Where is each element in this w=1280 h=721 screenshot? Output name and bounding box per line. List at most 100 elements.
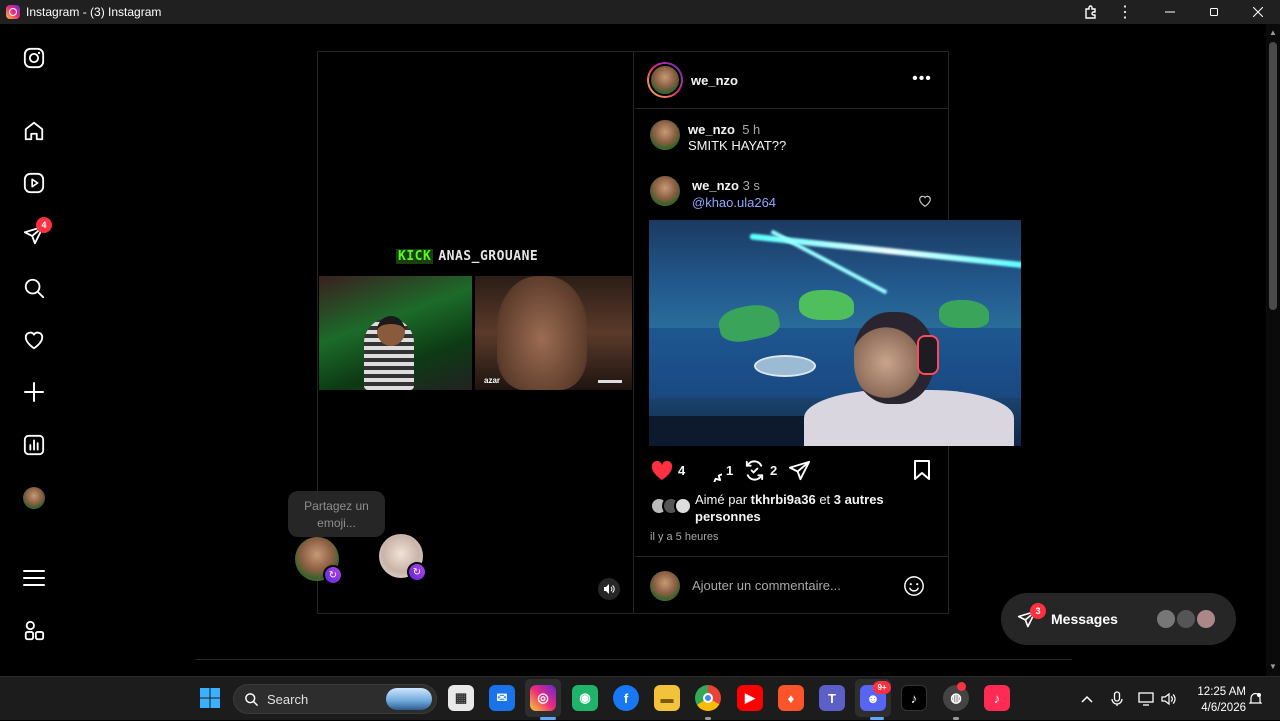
page-scrollbar[interactable]: ▲ ▼ [1266, 24, 1280, 676]
taskbar-search-label: Search [267, 692, 309, 707]
comment-time: 3 s [742, 178, 760, 193]
footer-divider [195, 659, 1072, 660]
scrollbar-thumb[interactable] [1269, 42, 1277, 310]
comment-gif-image[interactable] [649, 220, 1021, 446]
profile-avatar[interactable] [21, 485, 47, 511]
comment-avatar[interactable] [650, 176, 680, 206]
close-button[interactable] [1236, 0, 1280, 24]
windows-taskbar: Search ▦ ✉ ◎ ◉ f ▬ ▶ ♦ T ☻ 9+ ♪ ◍ ♪ 12:2… [0, 676, 1280, 720]
teams-icon[interactable]: T [819, 685, 845, 711]
more-options-icon[interactable]: ••• [910, 69, 934, 89]
dashboard-icon[interactable] [21, 432, 47, 458]
microphone-icon[interactable] [1108, 677, 1126, 721]
post-timestamp: il y a 5 heures [650, 531, 719, 543]
reels-icon[interactable] [21, 170, 47, 196]
post-card: KICK ANAS_GROUANE azar we_nzo ••• we_nzo … [317, 51, 1021, 614]
taskbar-search-box[interactable]: Search [233, 684, 437, 714]
caption-time: 5 h [742, 122, 761, 137]
emoji-picker-icon[interactable] [903, 575, 925, 597]
add-comment-bar: Ajouter un commentaire... [635, 556, 948, 613]
search-icon[interactable] [21, 275, 47, 301]
comment-count: 1 [726, 462, 734, 478]
tiktok-app-icon[interactable]: ♪ [984, 685, 1010, 711]
also-from-meta-icon[interactable] [21, 618, 47, 644]
network-icon[interactable] [1137, 677, 1155, 721]
maximize-button[interactable] [1192, 0, 1236, 24]
heart-filled-icon [651, 460, 673, 480]
volume-icon[interactable] [1160, 677, 1178, 721]
taskbar-clock[interactable]: 12:25 AM 4/6/2026 [1186, 684, 1246, 716]
sidebar-nav: 4 [0, 24, 68, 676]
notification-count-badge: 4 [36, 217, 52, 233]
share-button[interactable] [788, 457, 811, 483]
app-menu-icon[interactable]: ⋮ [1116, 3, 1134, 21]
direct-messages-icon[interactable]: 4 [21, 217, 52, 248]
windows-start-icon[interactable] [197, 685, 223, 711]
store-icon[interactable]: ▦ [448, 685, 474, 711]
minimize-button[interactable] [1148, 0, 1192, 24]
scroll-up-arrow-icon[interactable]: ▲ [1269, 28, 1277, 37]
post-header: we_nzo ••• [635, 52, 948, 109]
search-highlight-image [386, 688, 432, 710]
own-avatar [650, 571, 680, 601]
author-avatar[interactable] [647, 62, 683, 98]
brave-icon[interactable]: ♦ [778, 685, 804, 711]
clock-date: 4/6/2026 [1201, 702, 1246, 714]
create-plus-icon[interactable] [21, 379, 47, 405]
messages-pill-button[interactable]: 3 Messages [1001, 593, 1236, 645]
comment-username[interactable]: we_nzo [692, 178, 739, 193]
window-title: Instagram - (3) Instagram [26, 5, 162, 19]
messages-count-badge: 3 [1030, 603, 1046, 619]
messenger-green-icon[interactable]: ◉ [572, 685, 598, 711]
like-count: 4 [678, 462, 686, 478]
kick-brand: KICK [396, 249, 434, 264]
youtube-icon[interactable]: ▶ [737, 685, 763, 711]
comment-button[interactable]: 1 [699, 457, 733, 483]
save-bookmark-button[interactable] [912, 457, 932, 483]
instagram-logo-icon[interactable] [21, 45, 47, 71]
post-actions-bar: 4 1 2 [650, 457, 935, 487]
tray-overflow-chevron-icon[interactable] [1078, 677, 1096, 721]
notifications-heart-icon[interactable] [21, 327, 47, 353]
caption-text: SMITK HAYAT?? [688, 138, 787, 153]
note-avatar-self[interactable]: ↻ [295, 537, 343, 585]
repost-badge-icon: ↻ [323, 565, 343, 585]
add-comment-input[interactable]: Ajouter un commentaire... [692, 578, 841, 593]
audio-toggle-button[interactable] [598, 578, 620, 600]
caption-avatar[interactable] [650, 120, 680, 150]
extensions-icon[interactable] [1082, 3, 1100, 21]
outlook-icon[interactable]: ✉ [489, 685, 515, 711]
instagram-app-icon [6, 5, 20, 19]
facebook-icon[interactable]: f [613, 685, 639, 711]
liked-by-user[interactable]: tkhrbi9a36 [751, 492, 816, 507]
more-menu-icon[interactable] [21, 565, 47, 591]
messages-label: Messages [1051, 611, 1118, 627]
bookmark-icon [914, 460, 930, 480]
comment-mention-link[interactable]: @khao.ula264 [692, 195, 776, 210]
note-avatar-friend[interactable]: ↻ [379, 534, 427, 582]
post-details-panel: we_nzo ••• we_nzo 5 h SMITK HAYAT?? we_n… [635, 52, 1021, 613]
like-button[interactable]: 4 [650, 457, 685, 483]
liked-by-middle: et [819, 492, 831, 507]
chrome-icon[interactable] [695, 685, 721, 711]
notification-center-icon[interactable] [1248, 677, 1262, 721]
author-username[interactable]: we_nzo [691, 73, 738, 88]
repost-icon [745, 459, 764, 481]
caption-username[interactable]: we_nzo [688, 122, 735, 137]
repost-count: 2 [770, 462, 778, 478]
share-paper-plane-icon [788, 460, 811, 480]
clock-time: 12:25 AM [1197, 686, 1246, 698]
obs-notification-dot [957, 682, 966, 691]
stream-right-tile: azar [475, 276, 632, 390]
repost-button[interactable]: 2 [743, 457, 777, 483]
stream-left-tile [319, 276, 472, 390]
instagram-taskbar-icon[interactable]: ◎ [530, 685, 556, 711]
comment-like-heart-icon[interactable] [918, 194, 934, 210]
discord-badge: 9+ [873, 681, 891, 694]
messages-avatar-stack [1155, 608, 1219, 630]
liked-by-prefix: Aimé par [695, 492, 748, 507]
scroll-down-arrow-icon[interactable]: ▼ [1269, 662, 1277, 671]
home-icon[interactable] [21, 118, 47, 144]
file-explorer-icon[interactable]: ▬ [654, 685, 680, 711]
tiktok-icon[interactable]: ♪ [901, 685, 927, 711]
